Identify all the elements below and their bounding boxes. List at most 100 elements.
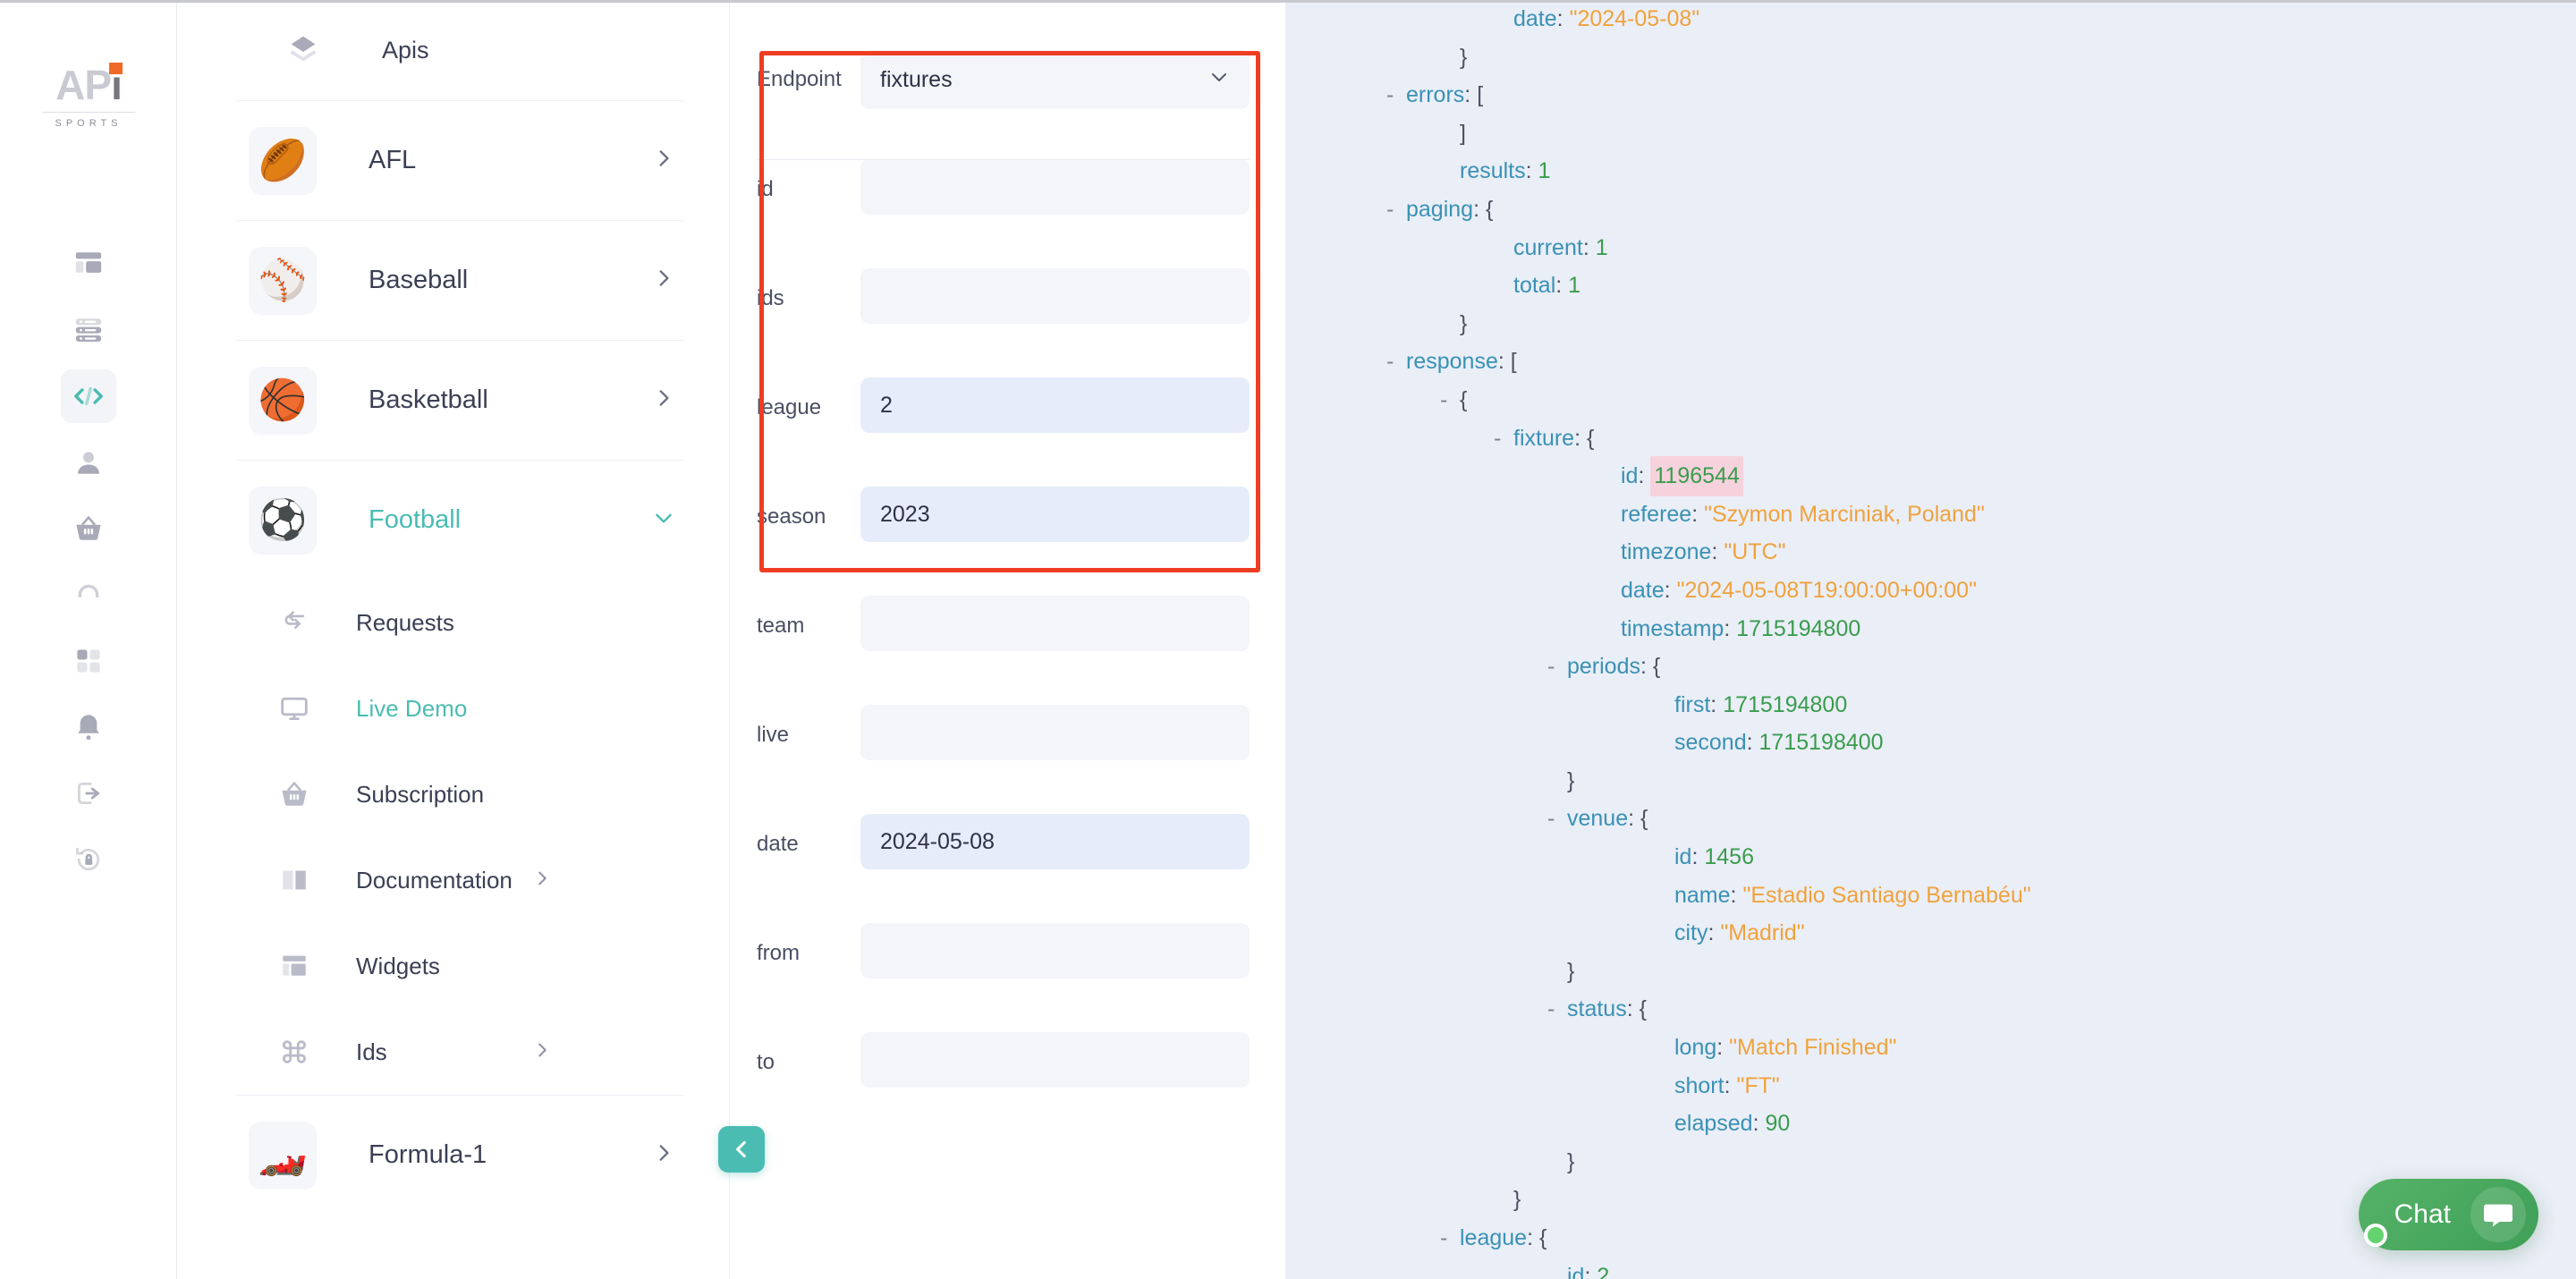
json-collapse-toggle[interactable]: - [1386,76,1406,114]
json-indent-spacer [1655,724,1674,762]
sidebar-item-formula-1[interactable]: 🏎️ Formula-1 [236,1095,684,1215]
rail-item-profile[interactable] [0,429,177,496]
json-key: elapsed [1674,1111,1753,1137]
json-value: { [1652,654,1661,680]
json-value: [ [1510,349,1517,375]
sidebar-item-ids[interactable]: Ids [236,1009,684,1095]
json-value: { [1538,1225,1547,1250]
form-field-to: to [730,1032,1285,1141]
json-indent-spacer [1655,838,1674,877]
monitor-icon [274,693,315,724]
form-label-from: from [757,941,800,965]
rail-item-reset-password[interactable] [0,826,177,893]
rail-active-pill [61,369,116,423]
sidebar-item-afl[interactable]: 🏉 AFL [236,100,684,220]
form-label-date: date [757,832,799,856]
chevron-down-icon [652,506,675,534]
from-input[interactable] [860,923,1250,978]
sidebar-item-football[interactable]: ⚽ Football [236,460,684,580]
chat-bubble-backdrop [2470,1187,2526,1242]
team-input[interactable] [860,596,1250,651]
json-punctuation: : [1464,82,1478,108]
football-submenu: Requests Live Demo Subscription Document… [236,580,684,1095]
json-collapse-toggle[interactable]: - [1386,191,1406,229]
query-form-panel: Endpoint fixtures id ids league 2 season [730,0,1286,1279]
json-punctuation: : [1691,844,1705,870]
rail-item-apps[interactable] [0,628,177,694]
json-key: date [1513,6,1557,31]
id-input[interactable] [860,159,1250,215]
brand-wordmark: APi [55,63,123,106]
collapse-panel-button[interactable] [718,1126,765,1173]
to-input[interactable] [860,1032,1250,1088]
json-line: date: "2024-05-08" [1286,0,2576,38]
json-punctuation: : [1710,691,1724,717]
live-input[interactable] [860,705,1250,760]
json-punctuation: : [1716,1035,1730,1061]
rail-item-dashboard[interactable] [0,231,177,297]
form-field-team: team [730,596,1285,705]
json-line: } [1286,1143,2576,1182]
json-line: - status: { [1286,990,2576,1029]
json-collapse-toggle[interactable]: - [1494,419,1513,458]
json-key: id [1674,844,1692,870]
endpoint-select[interactable]: fixtures [860,50,1250,109]
brand-subtitle: SPORTS [55,118,123,129]
json-key: name [1674,882,1731,908]
json-line: city: "Madrid" [1286,914,2576,953]
sidebar-item-requests-label: Requests [356,608,454,636]
sidebar-item-requests[interactable]: Requests [236,580,684,665]
json-punctuation: } [1567,767,1575,793]
json-indent-spacer [1655,877,1674,915]
json-collapse-toggle[interactable]: - [1386,343,1406,381]
league-input[interactable]: 2 [860,377,1250,433]
json-line: } [1286,38,2576,77]
basket-icon [76,516,101,540]
nav-item-apis[interactable]: Apis [177,0,729,100]
json-line: } [1286,305,2576,343]
rail-item-notifications[interactable] [0,694,177,760]
json-collapse-toggle[interactable]: - [1440,1219,1460,1258]
json-line: name: "Estadio Santiago Bernabéu" [1286,877,2576,915]
json-punctuation: : [1752,1111,1766,1137]
form-label-season: season [757,504,826,529]
json-line: - errors: [ [1286,76,2576,114]
date-input[interactable]: 2024-05-08 [860,814,1250,869]
form-label-team: team [757,614,805,638]
json-collapse-toggle[interactable]: - [1547,990,1567,1029]
json-line: - paging: { [1286,191,2576,229]
rail-icon-list [0,231,177,893]
chat-widget-button[interactable]: Chat [2358,1179,2538,1250]
rail-item-support[interactable] [0,562,177,628]
icon-rail: APi SPORTS [0,0,177,1279]
rail-item-code[interactable] [0,363,177,429]
json-response-panel[interactable]: date: "2024-05-08" } - errors: [ ] result… [1286,0,2576,1279]
json-key: periods [1567,654,1640,680]
sidebar-item-baseball[interactable]: ⚾ Baseball [236,220,684,340]
basket-icon [274,779,315,809]
json-value: { [1485,196,1494,222]
json-collapse-toggle[interactable]: - [1547,648,1567,686]
json-punctuation: : [1527,1225,1539,1250]
json-collapse-toggle[interactable]: - [1440,381,1460,419]
json-value: "UTC" [1724,539,1786,565]
json-line: date: "2024-05-08T19:00:00+00:00" [1286,572,2576,610]
json-collapse-toggle[interactable]: - [1547,800,1567,838]
season-input[interactable]: 2023 [860,487,1250,542]
chevron-right-icon [532,868,552,893]
sidebar-item-widgets[interactable]: Widgets [236,923,684,1009]
sidebar-item-subscription[interactable]: Subscription [236,751,684,837]
sidebar-item-football-label: Football [369,505,462,534]
chat-online-status-dot [2363,1224,2387,1247]
json-punctuation: : [1556,6,1570,31]
baseball-emoji-icon: ⚾ [249,246,317,315]
rail-item-servers[interactable] [0,297,177,363]
chevron-right-icon [652,386,675,414]
sidebar-item-documentation[interactable]: Documentation [236,837,684,923]
ids-input[interactable] [860,268,1250,324]
rail-item-logout[interactable] [0,760,177,826]
chevron-right-icon [652,1141,675,1169]
sidebar-item-live-demo[interactable]: Live Demo [236,665,684,751]
rail-item-basket[interactable] [0,496,177,562]
sidebar-item-basketball[interactable]: 🏀 Basketball [236,340,684,460]
